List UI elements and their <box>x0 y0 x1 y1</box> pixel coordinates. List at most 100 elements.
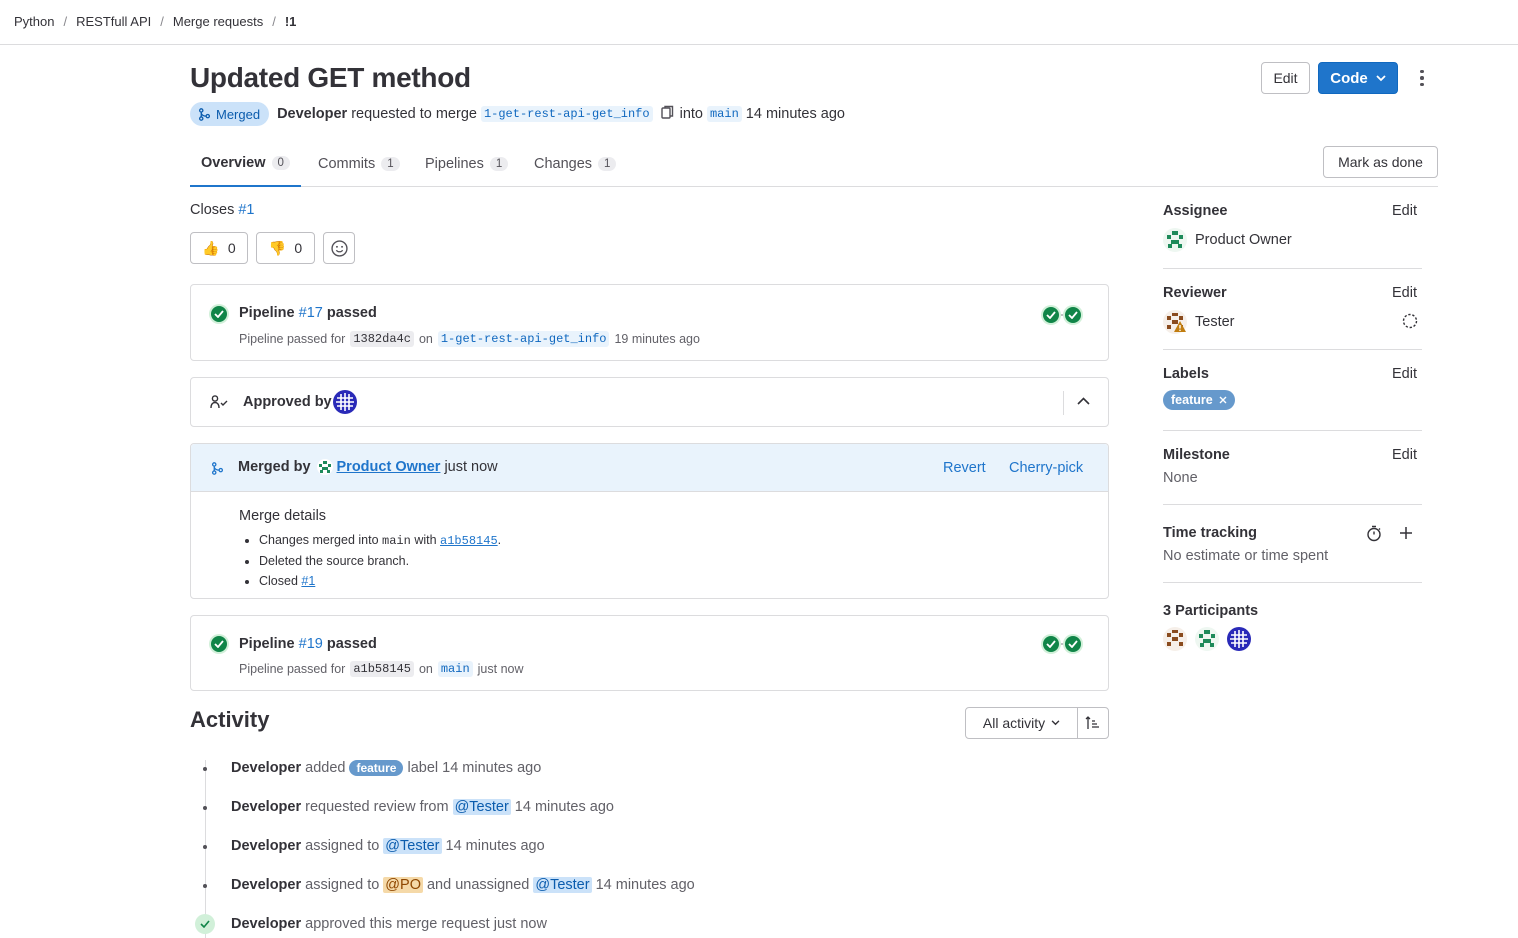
merge-details-list: Changes merged into main with a1b58145. … <box>259 530 501 591</box>
thumbs-down-button[interactable]: 👎 0 <box>256 232 315 264</box>
activity-user[interactable]: Developer <box>231 877 301 893</box>
more-actions-icon[interactable] <box>1414 66 1430 90</box>
user-mention[interactable]: @PO <box>383 877 423 893</box>
breadcrumb-python[interactable]: Python <box>14 14 54 29</box>
on-text: on <box>418 332 433 346</box>
sort-order-button[interactable] <box>1077 707 1109 739</box>
timeline-dot <box>203 767 207 771</box>
pipeline-time: just now <box>477 662 524 676</box>
close-icon[interactable] <box>1219 396 1227 404</box>
avatar[interactable] <box>316 459 333 475</box>
merged-by-user-link[interactable]: Product Owner <box>337 459 441 475</box>
target-branch[interactable]: main <box>706 106 742 122</box>
breadcrumb-merge-requests[interactable]: Merge requests <box>173 14 263 29</box>
sidebar-milestone: Milestone Edit None <box>1163 444 1422 505</box>
pipeline-passed-icon[interactable] <box>209 634 229 654</box>
label-name: feature <box>1171 393 1213 407</box>
tab-overview[interactable]: Overview 0 <box>190 141 301 187</box>
sort-icon <box>1085 716 1099 729</box>
reviewer-value[interactable]: Tester <box>1163 310 1235 334</box>
tab-commits[interactable]: Commits 1 <box>318 141 400 186</box>
cherry-pick-button[interactable]: Cherry-pick <box>1009 460 1083 476</box>
timeline-dot <box>203 806 207 810</box>
pipeline-subtitle: Pipeline passed for a1b58145 on main jus… <box>239 661 524 677</box>
approval-widget: Approved by <box>190 377 1109 427</box>
pipeline-prefix: Pipeline <box>239 636 295 652</box>
activity-title: Activity <box>190 707 270 732</box>
pipeline-sub-prefix: Pipeline passed for <box>239 332 346 346</box>
list-item: Changes merged into main with a1b58145. <box>259 530 501 551</box>
avatar[interactable] <box>1163 627 1187 651</box>
pipeline-branch[interactable]: main <box>437 661 473 677</box>
assignee-value[interactable]: Product Owner <box>1163 228 1292 252</box>
stage-passed-icon[interactable] <box>1041 634 1061 654</box>
code-dropdown-button[interactable]: Code <box>1318 62 1398 94</box>
stage-passed-icon[interactable] <box>1041 305 1061 325</box>
source-branch[interactable]: 1-get-rest-api-get_info <box>480 106 653 122</box>
commit-sha[interactable]: a1b58145 <box>350 661 414 677</box>
avatar[interactable] <box>333 390 357 414</box>
commit-sha-link[interactable]: a1b58145 <box>440 534 498 548</box>
closed-issue-link[interactable]: #1 <box>301 574 315 588</box>
user-mention[interactable]: @Tester <box>383 838 442 854</box>
tab-changes[interactable]: Changes 1 <box>534 141 617 186</box>
milestone-edit-button[interactable]: Edit <box>1392 447 1417 463</box>
label-badge[interactable]: feature <box>1163 390 1235 410</box>
assignee-edit-button[interactable]: Edit <box>1392 203 1417 219</box>
closes-issue-link[interactable]: #1 <box>238 202 254 218</box>
breadcrumb-current[interactable]: !1 <box>285 14 297 29</box>
mark-as-done-button[interactable]: Mark as done <box>1323 146 1438 178</box>
activity-filter-dropdown[interactable]: All activity <box>965 707 1078 739</box>
detail-branch: main <box>382 534 411 548</box>
merge-icon <box>211 462 224 475</box>
tab-changes-count: 1 <box>598 156 617 171</box>
user-mention[interactable]: @Tester <box>452 799 511 815</box>
commit-sha[interactable]: 1382da4c <box>350 331 414 347</box>
activity-item: Developer added feature label 14 minutes… <box>203 760 541 776</box>
pipeline-branch[interactable]: 1-get-rest-api-get_info <box>437 331 610 347</box>
pipeline-link[interactable]: #17 <box>299 305 323 321</box>
detail-text: Closed <box>259 574 298 588</box>
author-name[interactable]: Developer <box>277 106 347 122</box>
add-icon[interactable] <box>1399 526 1413 540</box>
on-text: on <box>418 662 433 676</box>
detail-text: . <box>497 533 502 547</box>
labels-edit-button[interactable]: Edit <box>1392 366 1417 382</box>
review-pending-icon[interactable] <box>1402 313 1418 329</box>
time-tracking-value: No estimate or time spent <box>1163 548 1329 564</box>
activity-user[interactable]: Developer <box>231 760 301 776</box>
pipeline-prefix: Pipeline <box>239 305 295 321</box>
stage-passed-icon[interactable] <box>1063 305 1083 325</box>
pipeline-passed-icon[interactable] <box>209 304 229 324</box>
list-item: Deleted the source branch. <box>259 551 501 571</box>
avatar[interactable] <box>1195 627 1219 651</box>
activity-user[interactable]: Developer <box>231 799 301 815</box>
approval-icon <box>210 395 228 409</box>
revert-button[interactable]: Revert <box>943 460 986 476</box>
add-reaction-button[interactable] <box>323 232 355 264</box>
divider <box>1063 391 1064 415</box>
reviewer-edit-button[interactable]: Edit <box>1392 285 1417 301</box>
merged-widget: Merged by Product Owner just now Revert … <box>190 443 1109 599</box>
stage-passed-icon[interactable] <box>1063 634 1083 654</box>
tab-overview-count: 0 <box>271 156 290 170</box>
tab-pipelines[interactable]: Pipelines 1 <box>425 141 509 186</box>
edit-button[interactable]: Edit <box>1261 62 1310 94</box>
activity-user[interactable]: Developer <box>231 838 301 854</box>
activity-text: and unassigned <box>426 877 530 893</box>
activity-user[interactable]: Developer <box>231 916 301 932</box>
stopwatch-icon[interactable] <box>1366 525 1382 542</box>
pipeline-status: passed <box>326 305 377 321</box>
activity-text: approved this merge request just now <box>305 916 547 932</box>
breadcrumb-project[interactable]: RESTfull API <box>76 14 151 29</box>
chevron-up-icon[interactable] <box>1077 397 1090 405</box>
pipeline-title: Pipeline #19 passed <box>239 636 377 652</box>
user-mention[interactable]: @Tester <box>533 877 592 893</box>
copy-icon[interactable] <box>660 105 674 124</box>
avatar[interactable] <box>1227 627 1251 651</box>
label-badge[interactable]: feature <box>349 760 404 776</box>
thumbs-up-button[interactable]: 👍 0 <box>190 232 248 264</box>
closes-text: Closes <box>190 202 235 218</box>
pipeline-link[interactable]: #19 <box>299 636 323 652</box>
pipeline-stages <box>1041 634 1087 654</box>
